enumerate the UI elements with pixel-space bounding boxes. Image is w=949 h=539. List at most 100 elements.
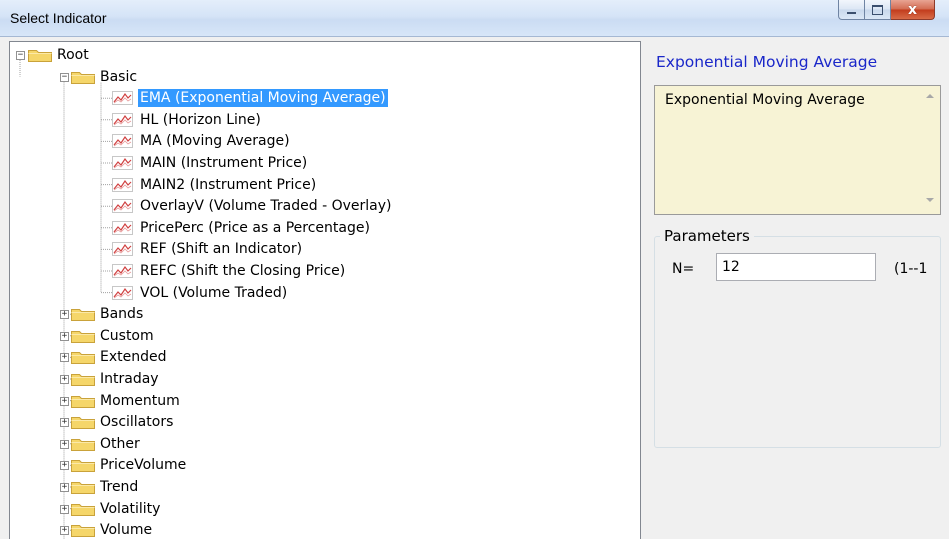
maximize-button[interactable] [865,0,891,20]
tree-node-basic[interactable]: − Basic [10,67,640,87]
minimize-icon [847,11,856,14]
maximize-icon [872,4,883,15]
tree-node-label: REF (Shift an Indicator) [140,241,303,258]
tree-node-folder[interactable]: + Volatility [10,499,640,519]
expand-icon[interactable]: + [60,439,69,449]
tree-node-folder[interactable]: + Extended [10,347,640,367]
param-n-label: N= [672,261,695,277]
tree-node-label: Volume [100,522,153,539]
tree-node-label: VOL (Volume Traded) [140,284,288,301]
scroll-up-arrow-icon[interactable] [926,94,934,98]
tree-node-label: Intraday [100,371,159,387]
expand-icon[interactable]: + [60,331,69,341]
folder-icon [71,480,95,494]
tree-node-label: Oscillators [100,414,174,431]
folder-icon [71,523,95,538]
tree-node-label: Bands [100,306,144,323]
expand-icon[interactable]: + [60,483,69,492]
tree-node-indicator[interactable]: MA (Moving Average) [10,131,640,151]
tree-node-label-selected: EMA (Exponential Moving Average) [138,89,388,108]
folder-icon [71,502,95,516]
scroll-down-arrow-icon[interactable] [926,198,934,202]
tree-node-label: HL (Horizon Line) [140,111,261,128]
expand-icon[interactable]: + [60,504,69,514]
tree-node-label: PriceVolume [100,457,187,474]
collapse-icon[interactable]: − [16,51,25,60]
param-n-range: (1--1 [894,261,928,277]
close-button[interactable]: x [891,0,935,20]
folder-icon [71,415,95,430]
folder-icon [28,48,52,62]
tree-node-folder[interactable]: + Trend [10,477,640,497]
tree-node-indicator[interactable]: REF (Shift an Indicator) [10,239,640,259]
folder-icon [71,329,95,343]
tree-node-label: Root [57,47,89,63]
tree-node-root[interactable]: − Root [10,45,640,65]
tree-node-label: Volatility [100,500,161,517]
tree-node-folder[interactable]: + Oscillators [10,412,640,432]
indicator-chart-icon [112,112,133,127]
tree-node-label: OverlayV (Volume Traded - Overlay) [140,198,392,215]
tree-node-label: MA (Moving Average) [140,133,290,150]
param-n-input[interactable] [716,253,876,281]
folder-icon [71,70,95,84]
tree-node-indicator[interactable]: MAIN2 (Instrument Price) [10,175,640,195]
indicator-chart-icon [112,264,133,278]
tree-node-folder[interactable]: + Momentum [10,391,640,411]
indicator-chart-icon [112,220,133,235]
tree-node-indicator[interactable]: HL (Horizon Line) [10,110,640,130]
tree-node-label: PricePerc (Price as a Percentage) [140,219,370,236]
close-icon: x [907,1,918,18]
tree-node-label: MAIN (Instrument Price) [140,155,308,171]
tree-node-indicator[interactable]: REFC (Shift the Closing Price) [10,261,640,281]
tree-node-label: Trend [100,479,139,495]
tree-node-folder[interactable]: + Other [10,434,640,454]
expand-icon[interactable]: + [60,375,69,384]
tree-node-label: Custom [100,327,154,344]
parameters-label: Parameters [660,227,754,245]
expand-icon[interactable]: + [60,396,69,406]
tree-node-indicator[interactable]: EMA (Exponential Moving Average) [10,88,640,108]
expand-icon[interactable]: + [60,418,69,428]
expand-icon[interactable]: + [60,310,69,320]
tree-node-label: Other [100,435,140,452]
tree-node-indicator[interactable]: OverlayV (Volume Traded - Overlay) [10,196,640,216]
indicator-chart-icon [112,199,133,214]
tree-node-label: Extended [100,349,167,366]
title-bar: Select Indicator x [0,0,949,37]
tree-node-folder[interactable]: + Volume [10,520,640,539]
folder-icon [71,350,95,365]
folder-icon [71,437,95,451]
indicator-chart-icon [112,285,133,300]
tree-node-label: REFC (Shift the Closing Price) [140,263,346,279]
description-box[interactable]: Exponential Moving Average [654,85,941,215]
indicator-tree[interactable]: − Root − Basic EMA (Exponential Moving Avera… [9,41,641,539]
tree-node-folder[interactable]: + Custom [10,326,640,346]
folder-icon [71,372,95,386]
description-text: Exponential Moving Average [665,92,865,108]
window-title: Select Indicator [10,10,107,26]
tree-node-label: MAIN2 (Instrument Price) [140,176,317,193]
indicator-title: Exponential Moving Average [656,53,878,71]
indicator-chart-icon [112,91,133,106]
indicator-chart-icon [112,134,133,149]
expand-icon[interactable]: + [60,461,69,471]
tree-node-indicator[interactable]: PricePerc (Price as a Percentage) [10,218,640,238]
tree-node-indicator[interactable]: VOL (Volume Traded) [10,283,640,303]
tree-node-folder[interactable]: + Intraday [10,369,640,389]
indicator-chart-icon [112,242,133,257]
expand-icon[interactable]: + [60,526,69,536]
window-controls: x [838,0,935,22]
tree-node-indicator[interactable]: MAIN (Instrument Price) [10,153,640,173]
tree-node-folder[interactable]: + PriceVolume [10,455,640,475]
folder-icon [71,458,95,473]
expand-icon[interactable]: + [60,353,69,363]
indicator-chart-icon [112,156,133,170]
tree-node-label: Momentum [100,392,180,409]
folder-icon [71,307,95,322]
tree-node-label: Basic [100,68,138,85]
collapse-icon[interactable]: − [60,72,69,82]
indicator-chart-icon [112,177,133,192]
minimize-button[interactable] [838,0,865,20]
tree-node-folder[interactable]: + Bands [10,304,640,324]
